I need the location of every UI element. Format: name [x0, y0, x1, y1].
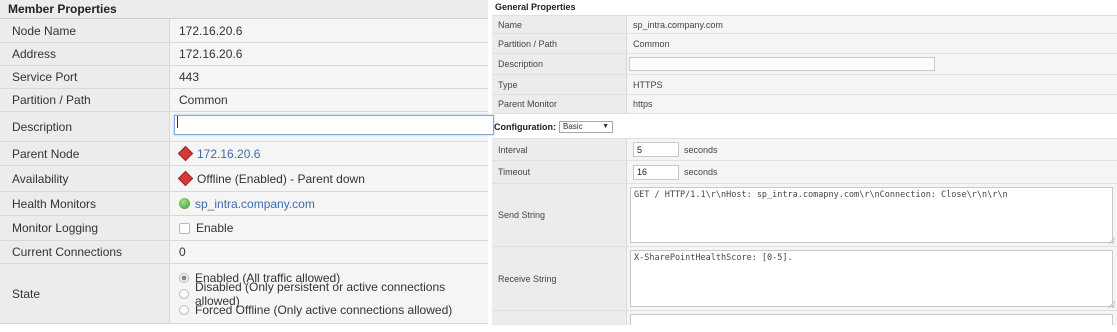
monitor-partition-row: Partition / Path Common	[492, 34, 1117, 54]
text-caret	[177, 116, 178, 128]
current-connections-value: 0	[170, 241, 488, 263]
current-connections-row: Current Connections 0	[0, 241, 488, 264]
description-row: Description	[0, 112, 494, 142]
service-port-label: Service Port	[0, 66, 170, 88]
address-value: 172.16.20.6	[170, 43, 488, 65]
health-monitors-row: Health Monitors sp_intra.company.com	[0, 192, 488, 216]
monitor-logging-cell: Enable	[170, 216, 488, 240]
address-row: Address 172.16.20.6	[0, 43, 488, 66]
timeout-unit: seconds	[684, 167, 718, 177]
node-name-value: 172.16.20.6	[170, 19, 488, 42]
next-row-partial	[492, 311, 1117, 325]
availability-row: Availability Offline (Enabled) - Parent …	[0, 166, 488, 192]
partition-row: Partition / Path Common	[0, 89, 488, 112]
interval-cell: 5 seconds	[627, 139, 1117, 160]
current-connections-label: Current Connections	[0, 241, 170, 263]
monitor-logging-row: Monitor Logging Enable	[0, 216, 488, 241]
monitor-logging-enable-label: Enable	[196, 221, 234, 235]
send-string-textarea[interactable]: GET / HTTP/1.1\r\nHost: sp_intra.comapny…	[630, 187, 1113, 243]
state-label: State	[0, 264, 170, 323]
send-string-label: Send String	[492, 184, 627, 246]
monitor-name-label: Name	[492, 16, 627, 33]
timeout-input[interactable]: 16	[633, 164, 679, 180]
interval-input[interactable]: 5	[633, 142, 679, 157]
partition-value: Common	[170, 89, 488, 111]
monitor-type-value: HTTPS	[627, 75, 1117, 94]
parent-node-cell: 172.16.20.6	[170, 142, 488, 165]
state-option-disabled[interactable]: Disabled (Only persistent or active conn…	[179, 280, 488, 308]
monitor-type-row: Type HTTPS	[492, 75, 1117, 95]
state-radio-forced-offline[interactable]	[179, 304, 189, 315]
member-properties-panel: Member Properties Node Name 172.16.20.6 …	[0, 0, 494, 332]
receive-string-textarea[interactable]: X-SharePointHealthScore: [0-5].	[630, 250, 1113, 307]
monitor-logging-label: Monitor Logging	[0, 216, 170, 240]
state-row: State Enabled (All traffic allowed) Disa…	[0, 264, 488, 324]
parent-node-link[interactable]: 172.16.20.6	[197, 147, 260, 161]
monitor-type-label: Type	[492, 75, 627, 94]
interval-row: Interval 5 seconds	[492, 138, 1117, 161]
timeout-label: Timeout	[492, 161, 627, 183]
send-string-cell: GET / HTTP/1.1\r\nHost: sp_intra.comapny…	[627, 184, 1117, 246]
monitor-partition-label: Partition / Path	[492, 34, 627, 53]
state-radio-enabled[interactable]	[179, 272, 189, 283]
state-cell: Enabled (All traffic allowed) Disabled (…	[170, 264, 488, 323]
interval-unit: seconds	[684, 144, 718, 155]
next-row-input[interactable]	[630, 314, 1113, 325]
monitor-description-label: Description	[492, 54, 627, 74]
interval-label: Interval	[492, 139, 627, 160]
parent-monitor-row: Parent Monitor https	[492, 95, 1117, 114]
offline-status-icon	[179, 147, 192, 160]
configuration-mode-value: Basic	[563, 122, 583, 131]
monitor-status-icon	[179, 198, 190, 209]
monitor-description-input[interactable]	[629, 57, 935, 71]
description-label: Description	[0, 112, 170, 141]
state-option-forced-offline[interactable]: Forced Offline (Only active connections …	[179, 302, 452, 318]
timeout-row: Timeout 16 seconds	[492, 161, 1117, 184]
send-string-row: Send String GET / HTTP/1.1\r\nHost: sp_i…	[492, 184, 1117, 247]
parent-monitor-label: Parent Monitor	[492, 95, 627, 113]
configuration-mode-select[interactable]: Basic ▼	[559, 120, 613, 133]
service-port-value: 443	[170, 66, 488, 88]
state-option-label: Forced Offline (Only active connections …	[195, 302, 453, 317]
timeout-cell: 16 seconds	[627, 161, 1117, 183]
availability-value: Offline (Enabled) - Parent down	[197, 171, 365, 186]
member-properties-title: Member Properties	[0, 0, 488, 19]
chevron-down-icon: ▼	[602, 123, 609, 130]
resize-handle-icon[interactable]	[1108, 237, 1115, 244]
health-monitors-cell: sp_intra.company.com	[170, 192, 488, 215]
monitor-properties-panel: General Properties Name sp_intra.company…	[492, 0, 1117, 332]
monitor-name-value: sp_intra.company.com	[627, 16, 1117, 33]
health-monitor-link[interactable]: sp_intra.company.com	[195, 197, 315, 211]
receive-string-row: Receive String X-SharePointHealthScore: …	[492, 247, 1117, 311]
parent-node-label: Parent Node	[0, 142, 170, 165]
offline-status-icon	[179, 172, 192, 185]
configuration-label: Configuration:	[494, 121, 556, 132]
address-label: Address	[0, 43, 170, 65]
next-row-cell	[627, 311, 1117, 325]
parent-monitor-value: https	[627, 95, 1117, 113]
monitor-description-cell	[627, 54, 1117, 74]
monitor-logging-checkbox[interactable]	[179, 222, 190, 234]
partition-label: Partition / Path	[0, 89, 170, 111]
receive-string-label: Receive String	[492, 247, 627, 310]
receive-string-cell: X-SharePointHealthScore: [0-5].	[627, 247, 1117, 310]
parent-node-row: Parent Node 172.16.20.6	[0, 142, 488, 166]
monitor-partition-value: Common	[627, 34, 1117, 53]
resize-handle-icon[interactable]	[1108, 301, 1115, 308]
description-input[interactable]	[174, 115, 494, 135]
node-name-label: Node Name	[0, 19, 170, 42]
monitor-description-row: Description	[492, 54, 1117, 75]
service-port-row: Service Port 443	[0, 66, 488, 89]
description-cell	[170, 112, 494, 141]
health-monitors-label: Health Monitors	[0, 192, 170, 215]
next-row-label	[492, 311, 627, 325]
node-name-row: Node Name 172.16.20.6	[0, 19, 488, 43]
state-radio-disabled[interactable]	[179, 288, 189, 299]
general-properties-title: General Properties	[495, 2, 576, 12]
availability-label: Availability	[0, 166, 170, 191]
configuration-header: Configuration: Basic ▼	[492, 117, 1117, 136]
availability-cell: Offline (Enabled) - Parent down	[170, 166, 488, 191]
monitor-name-row: Name sp_intra.company.com	[492, 15, 1117, 34]
